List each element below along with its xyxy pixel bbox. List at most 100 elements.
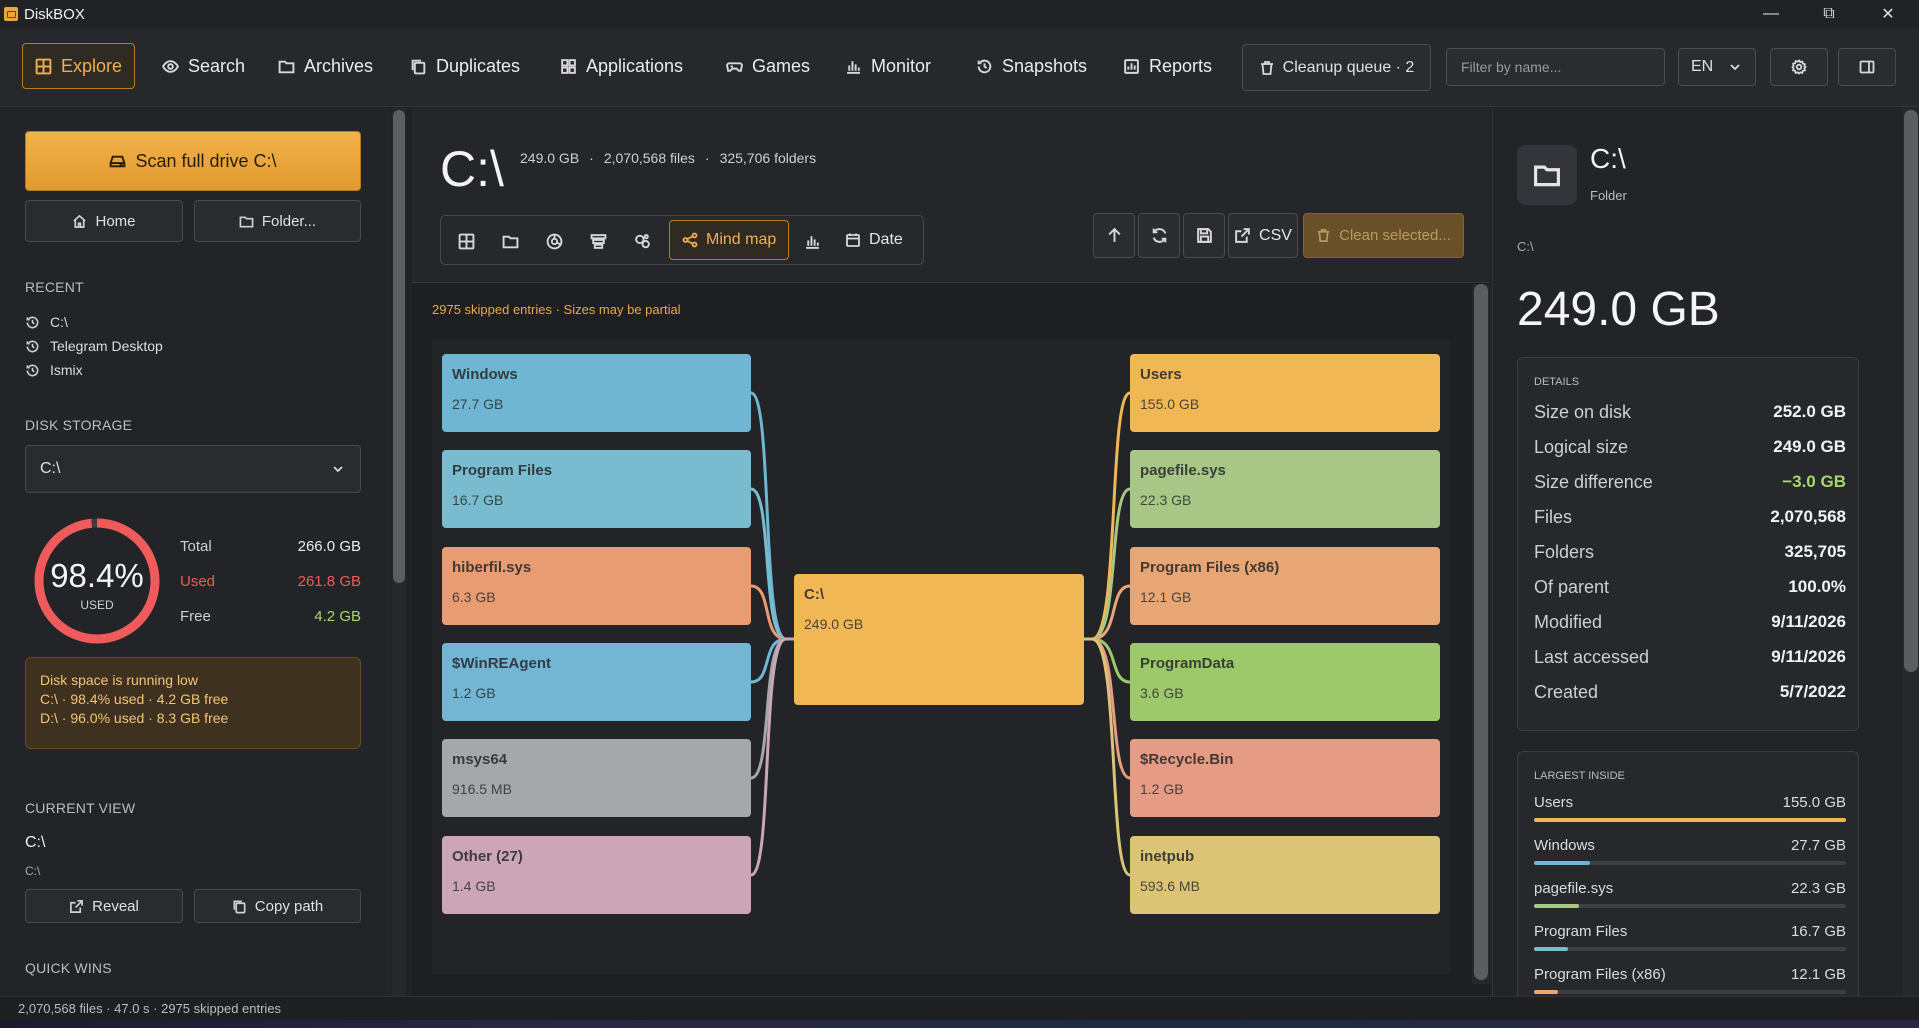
largest-item[interactable]: pagefile.sys 22.3 GB [1534, 880, 1846, 908]
cleanup-queue-button[interactable]: Cleanup queue · 2 [1242, 44, 1431, 91]
mindmap-node[interactable]: Users 155.0 GB [1130, 354, 1440, 432]
mindmap-node[interactable]: Program Files 16.7 GB [442, 450, 751, 528]
mindmap-node[interactable]: msys64 916.5 MB [442, 739, 751, 817]
view-bar-chart-button[interactable] [797, 226, 827, 256]
external-link-icon [70, 899, 84, 913]
mindmap-center-node[interactable]: C:\ 249.0 GB [794, 574, 1084, 705]
title-bar: DiskBOX [0, 0, 1919, 28]
node-name: hiberfil.sys [452, 559, 532, 576]
nav-reports[interactable]: Reports [1111, 43, 1224, 89]
mindmap-node[interactable]: Windows 27.7 GB [442, 354, 751, 432]
close-icon[interactable]: ✕ [1860, 0, 1916, 28]
detail-row: Last accessed 9/11/2026 [1534, 647, 1846, 668]
status-bar: 2,070,568 files · 47.0 s · 2975 skipped … [0, 996, 1919, 1020]
nav-label: Archives [304, 55, 374, 76]
mindmap-node[interactable]: $WinREAgent 1.2 GB [442, 643, 751, 721]
settings-button[interactable] [1770, 48, 1828, 86]
grid-icon [35, 58, 52, 74]
eye-icon [162, 59, 179, 73]
reveal-label: Reveal [92, 897, 139, 915]
mindmap-node[interactable]: Other (27) 1.4 GB [442, 836, 751, 914]
clean-selected-button[interactable]: Clean selected... [1303, 213, 1464, 258]
bar-chart-icon [847, 60, 860, 74]
view-mindmap-tab[interactable]: Mind map [669, 220, 790, 260]
connector-line [750, 487, 794, 641]
reveal-button[interactable]: Reveal [25, 889, 183, 923]
detail-label: Last accessed [1534, 647, 1650, 667]
refresh-button[interactable] [1138, 213, 1180, 258]
mindmap-node[interactable]: Program Files (x86) 12.1 GB [1130, 547, 1440, 625]
connector-line [750, 637, 794, 877]
detail-row: Modified 9/11/2026 [1534, 612, 1846, 633]
language-select[interactable]: EN [1678, 48, 1756, 86]
current-view-heading: CURRENT VIEW [25, 800, 136, 816]
sidebar-scrollbar-thumb[interactable] [393, 110, 405, 583]
copy-path-button[interactable]: Copy path [194, 889, 361, 923]
nav-snapshots[interactable]: Snapshots [964, 43, 1099, 89]
save-button[interactable] [1183, 213, 1225, 258]
history-icon [26, 340, 39, 352]
scan-drive-button[interactable]: Scan full drive C:\ [25, 131, 361, 191]
nav-games[interactable]: Games [714, 43, 822, 89]
detail-value: 325,705 [1784, 542, 1846, 561]
filter-input[interactable] [1446, 48, 1665, 86]
node-size: 249.0 GB [804, 616, 864, 632]
export-csv-button[interactable]: CSV [1228, 213, 1298, 258]
nav-applications[interactable]: Applications [548, 43, 695, 89]
date-label: Date [869, 231, 903, 248]
mindmap-node[interactable]: ProgramData 3.6 GB [1130, 643, 1440, 721]
mindmap-node[interactable]: hiberfil.sys 6.3 GB [442, 547, 751, 625]
view-grid-button[interactable] [451, 226, 481, 256]
node-size: 593.6 MB [1140, 878, 1200, 894]
mindmap-icon [682, 232, 698, 248]
details-scrollbar-thumb[interactable] [1904, 110, 1918, 672]
mindmap-node[interactable]: $Recycle.Bin 1.2 GB [1130, 739, 1440, 817]
detail-label: Modified [1534, 612, 1603, 632]
view-switcher: Mind map Date [440, 215, 924, 265]
node-name: Windows [452, 366, 518, 383]
nav-monitor[interactable]: Monitor [833, 43, 943, 89]
folder-button[interactable]: Folder... [194, 200, 361, 242]
view-sunburst-button[interactable] [539, 226, 569, 256]
nav-explore[interactable]: Explore [22, 43, 136, 89]
nav-archives[interactable]: Archives [266, 43, 385, 89]
largest-item[interactable]: Users 155.0 GB [1534, 794, 1846, 822]
page-title: C:\ [440, 141, 504, 197]
stat-free: Free 4.2 GB [180, 608, 361, 625]
mindmap-node[interactable]: inetpub 593.6 MB [1130, 836, 1440, 914]
toggle-panel-button[interactable] [1838, 48, 1896, 86]
mindmap-node[interactable]: pagefile.sys 22.3 GB [1130, 450, 1440, 528]
stat-value: 266.0 GB [297, 538, 361, 555]
largest-name: Program Files [1534, 923, 1628, 940]
node-size: 155.0 GB [1140, 396, 1200, 412]
home-button[interactable]: Home [25, 200, 183, 242]
largest-item[interactable]: Windows 27.7 GB [1534, 837, 1846, 865]
details-name: C:\ [1590, 143, 1626, 174]
largest-size: 155.0 GB [1782, 794, 1846, 811]
report-icon [1124, 58, 1139, 74]
stat-label: Total [180, 538, 212, 555]
detail-value: 249.0 GB [1773, 437, 1846, 456]
restore-icon[interactable]: ⧉ [1801, 0, 1857, 28]
go-up-button[interactable] [1093, 213, 1135, 258]
stat-total: Total 266.0 GB [180, 538, 361, 555]
recent-item[interactable]: Telegram Desktop [25, 338, 163, 354]
view-folder-button[interactable] [495, 226, 525, 256]
detail-label: Of parent [1534, 577, 1610, 597]
quick-wins-heading: QUICK WINS [25, 960, 112, 976]
largest-item[interactable]: Program Files 16.7 GB [1534, 923, 1846, 951]
view-bubbles-button[interactable] [627, 226, 657, 256]
largest-bar [1534, 818, 1846, 822]
view-date-tab[interactable]: Date [833, 220, 915, 260]
nav-search[interactable]: Search [150, 43, 257, 89]
nav-duplicates[interactable]: Duplicates [398, 43, 532, 89]
drive-select[interactable]: C:\ [25, 445, 361, 493]
recent-item[interactable]: C:\ [25, 314, 68, 330]
node-size: 16.7 GB [452, 492, 504, 508]
sunburst-icon [546, 233, 562, 249]
minimize-icon[interactable]: — [1743, 0, 1799, 28]
recent-item[interactable]: Ismix [25, 362, 83, 378]
view-list-button[interactable] [583, 226, 613, 256]
largest-item[interactable]: Program Files (x86) 12.1 GB [1534, 966, 1846, 994]
main-scrollbar-thumb[interactable] [1474, 284, 1488, 980]
